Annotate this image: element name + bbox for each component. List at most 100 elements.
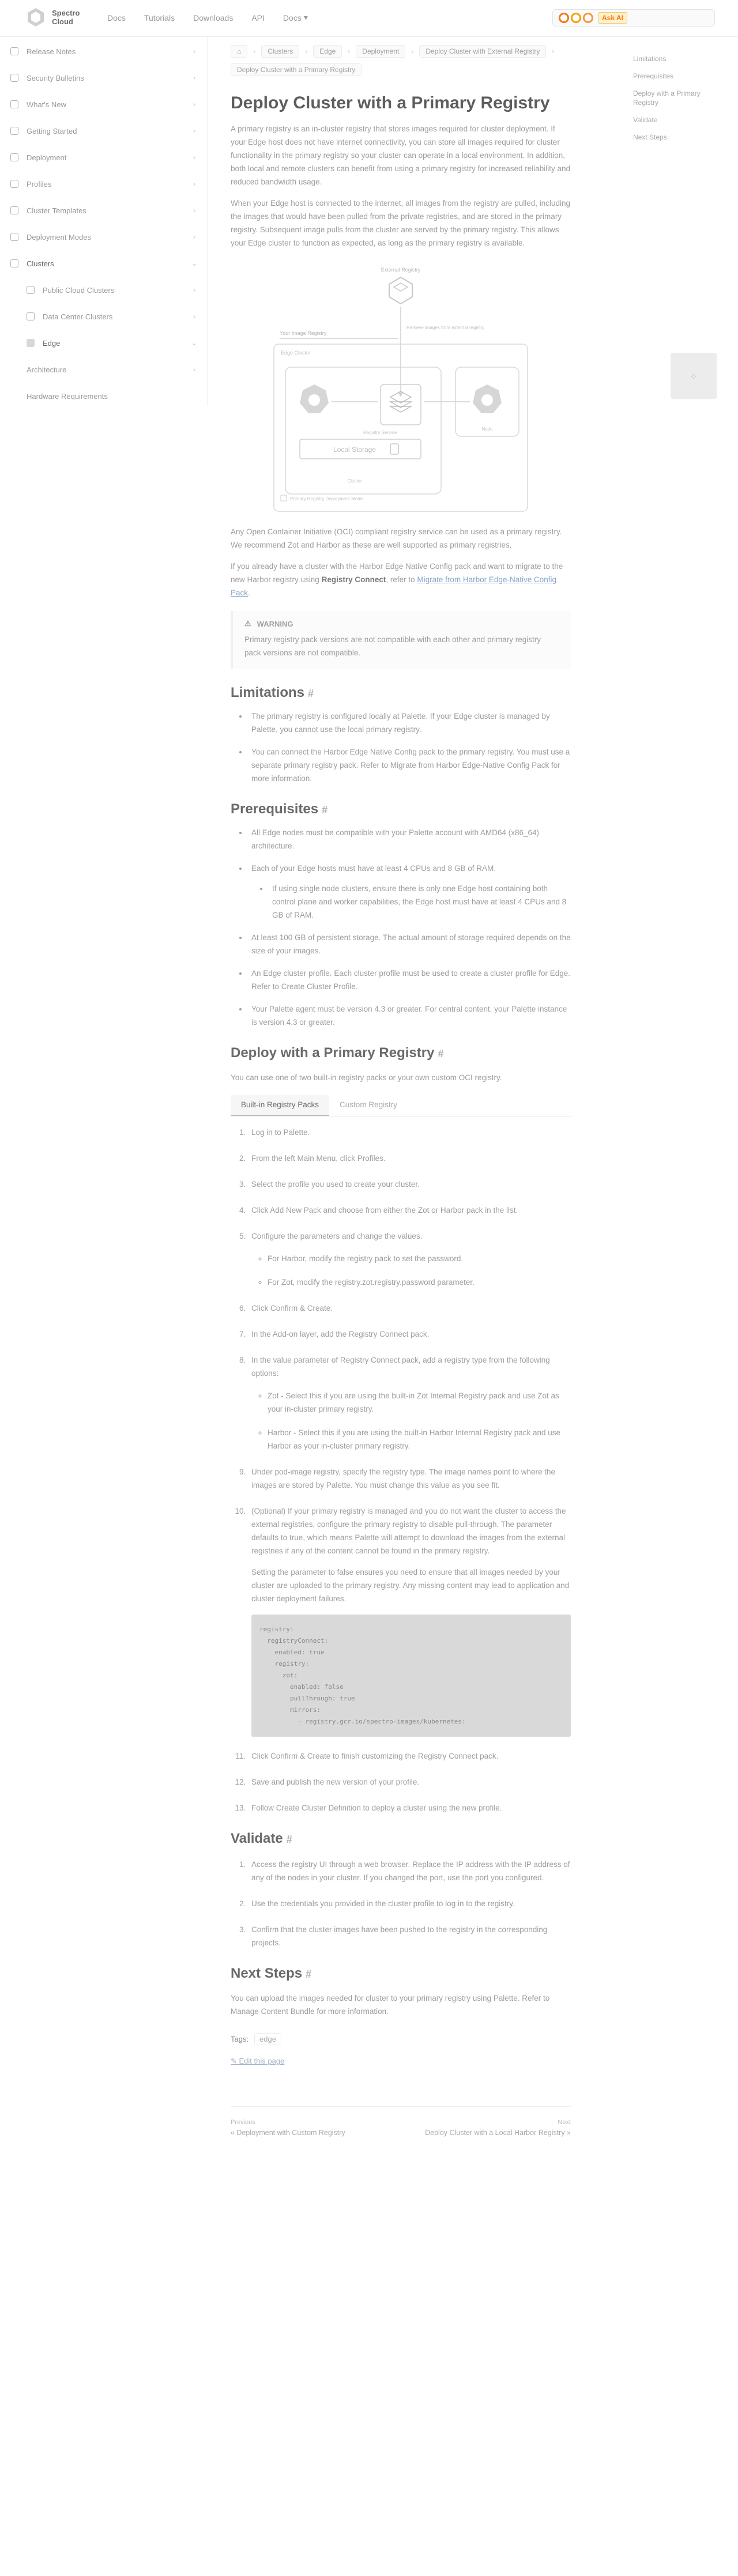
diagram-legend-label: Primary Registry Deployment Mode bbox=[290, 496, 363, 501]
floating-help-button[interactable]: ◇ bbox=[671, 353, 717, 399]
diagram-inner-label: Registry Service bbox=[363, 430, 397, 435]
next-title: Deploy Cluster with a Local Harbor Regis… bbox=[425, 2129, 571, 2137]
nav-docs[interactable]: Docs bbox=[107, 13, 126, 22]
edit-page-link[interactable]: ✎ Edit this page bbox=[231, 2057, 571, 2066]
rocket-icon bbox=[10, 127, 18, 135]
list-item: You can connect the Harbor Edge Native C… bbox=[248, 745, 571, 785]
nav-downloads[interactable]: Downloads bbox=[193, 13, 233, 22]
breadcrumb-edge[interactable]: Edge bbox=[313, 45, 342, 58]
logo[interactable]: Spectro Cloud bbox=[25, 7, 80, 28]
sidebar-item-deployment[interactable]: Deployment › bbox=[10, 151, 198, 164]
previous-title: « Deployment with Custom Registry bbox=[231, 2129, 345, 2137]
ask-ai-search[interactable]: Ask AI bbox=[552, 9, 715, 27]
sub-step-item: Harbor - Select this if you are using th… bbox=[268, 1426, 571, 1453]
toc-item-validate[interactable]: Validate bbox=[633, 115, 725, 125]
sidebar-item-label: What's New bbox=[27, 100, 66, 109]
chevron-right-icon: › bbox=[193, 180, 195, 188]
nav-tutorials[interactable]: Tutorials bbox=[144, 13, 175, 22]
sidebar-item-clusters[interactable]: Clusters ⌄ bbox=[10, 257, 198, 270]
warning-callout: ⚠ WARNING Primary registry pack versions … bbox=[231, 611, 571, 669]
step-item: Under pod-image registry, specify the re… bbox=[248, 1465, 571, 1492]
sidebar-item-profiles[interactable]: Profiles › bbox=[10, 178, 198, 190]
architecture-diagram: External Registry Your Image Registry Re… bbox=[273, 267, 528, 512]
sidebar-item-edge[interactable]: Edge ⌄ bbox=[27, 337, 198, 349]
sidebar-item-whats-new[interactable]: What's New › bbox=[10, 98, 198, 111]
sidebar-item-cluster-templates[interactable]: Cluster Templates › bbox=[10, 204, 198, 217]
chevron-down-icon: ▾ bbox=[303, 13, 308, 22]
breadcrumb-external-registry[interactable]: Deploy Cluster with External Registry bbox=[419, 45, 547, 58]
sidebar-item-security-bulletins[interactable]: Security Bulletins › bbox=[10, 71, 198, 84]
breadcrumb: ⌂ › Clusters › Edge › Deployment › Deplo… bbox=[231, 45, 571, 76]
kubernetes-icon bbox=[300, 384, 329, 413]
step-note: Setting the parameter to false ensures y… bbox=[251, 1568, 570, 1603]
toc-item-next-steps[interactable]: Next Steps bbox=[633, 133, 725, 142]
step-item: Follow Create Cluster Definition to depl… bbox=[248, 1801, 571, 1815]
step-item: In the Add-on layer, add the Registry Co… bbox=[248, 1327, 571, 1341]
sidebar-item-architecture[interactable]: Architecture › bbox=[27, 363, 198, 376]
chevron-right-icon: › bbox=[253, 47, 256, 55]
warning-title-text: WARNING bbox=[257, 619, 293, 628]
sidebar-item-label: Edge bbox=[43, 338, 61, 348]
heading-text: Prerequisites bbox=[231, 801, 319, 817]
grid-icon bbox=[10, 233, 18, 241]
step-item: Configure the parameters and change the … bbox=[248, 1229, 571, 1289]
heading-text: Validate bbox=[231, 1831, 283, 1846]
heading-text: Next Steps bbox=[231, 1966, 303, 1981]
chevron-right-icon: › bbox=[193, 47, 195, 55]
top-bar: Spectro Cloud Docs Tutorials Downloads A… bbox=[0, 0, 738, 37]
anchor-link-icon[interactable]: # bbox=[308, 688, 314, 699]
anchor-link-icon[interactable]: # bbox=[287, 1834, 292, 1845]
cloud-icon bbox=[27, 286, 35, 294]
anchor-link-icon[interactable]: # bbox=[322, 804, 327, 816]
sidebar-item-label: Hardware Requirements bbox=[27, 391, 108, 401]
anchor-link-icon[interactable]: # bbox=[306, 1968, 311, 1980]
tab-built-in-registry-packs[interactable]: Built-in Registry Packs bbox=[231, 1095, 330, 1116]
limitations-list: The primary registry is configured local… bbox=[248, 710, 571, 785]
anchor-link-icon[interactable]: # bbox=[438, 1048, 443, 1059]
sidebar-item-getting-started[interactable]: Getting Started › bbox=[10, 125, 198, 137]
sidebar-item-label: Deployment bbox=[27, 153, 67, 162]
sidebar-item-hardware-requirements[interactable]: Hardware Requirements bbox=[27, 390, 198, 402]
help-icon: ◇ bbox=[691, 372, 696, 380]
nav-version-dropdown[interactable]: Docs ▾ bbox=[283, 13, 308, 22]
tag-edge[interactable]: edge bbox=[254, 2033, 281, 2045]
table-of-contents: Limitations Prerequisites Deploy with a … bbox=[633, 54, 725, 150]
sidebar-item-release-notes[interactable]: Release Notes › bbox=[10, 45, 198, 58]
step-item: Use the credentials you provided in the … bbox=[248, 1897, 571, 1910]
breadcrumb-deployment[interactable]: Deployment bbox=[356, 45, 406, 58]
toc-item-limitations[interactable]: Limitations bbox=[633, 54, 725, 63]
previous-page-link[interactable]: Previous « Deployment with Custom Regist… bbox=[231, 2117, 345, 2138]
yaml-code-block[interactable]: registry: registryConnect: enabled: true… bbox=[251, 1615, 571, 1737]
sidebar-item-label: Release Notes bbox=[27, 47, 76, 56]
sidebar-item-label: Data Center Clusters bbox=[43, 312, 113, 321]
edit-label: Edit this page bbox=[239, 2057, 285, 2065]
pagination: Previous « Deployment with Custom Regist… bbox=[231, 2106, 571, 2138]
step-text: (Optional) If your primary registry is m… bbox=[251, 1507, 566, 1555]
next-page-link[interactable]: Next Deploy Cluster with a Local Harbor … bbox=[425, 2117, 571, 2138]
ai-logo-icon bbox=[559, 13, 593, 23]
layers-icon bbox=[10, 180, 18, 188]
next-label: Next bbox=[558, 2119, 571, 2126]
sub-step-item: Zot - Select this if you are using the b… bbox=[268, 1389, 571, 1416]
chevron-right-icon: › bbox=[193, 365, 195, 374]
list-item: Your Palette agent must be version 4.3 o… bbox=[248, 1002, 571, 1029]
heading-text: Limitations bbox=[231, 685, 305, 700]
intro4-bold: Registry Connect bbox=[321, 575, 386, 584]
sidebar-item-deployment-modes[interactable]: Deployment Modes › bbox=[10, 231, 198, 243]
step-item: Click Confirm & Create. bbox=[248, 1302, 571, 1315]
sidebar-item-data-center-clusters[interactable]: Data Center Clusters › bbox=[27, 310, 198, 323]
breadcrumb-home[interactable]: ⌂ bbox=[231, 45, 248, 58]
step-text: Configure the parameters and change the … bbox=[251, 1232, 423, 1240]
toc-item-deploy[interactable]: Deploy with a Primary Registry bbox=[633, 89, 725, 107]
sidebar-item-public-cloud-clusters[interactable]: Public Cloud Clusters › bbox=[27, 284, 198, 296]
external-registry-icon bbox=[389, 276, 413, 305]
diagram-left-label: Your Image Registry bbox=[280, 330, 327, 336]
tab-custom-registry[interactable]: Custom Registry bbox=[329, 1095, 408, 1116]
toc-item-prerequisites[interactable]: Prerequisites bbox=[633, 71, 725, 81]
intro-paragraph-3: Any Open Container Initiative (OCI) comp… bbox=[231, 527, 562, 549]
step-item: In the value parameter of Registry Conne… bbox=[248, 1353, 571, 1453]
step-item: Click Confirm & Create to finish customi… bbox=[248, 1749, 571, 1763]
diagram-node-right: Node bbox=[481, 427, 493, 432]
breadcrumb-clusters[interactable]: Clusters bbox=[261, 45, 300, 58]
nav-api[interactable]: API bbox=[251, 13, 265, 22]
